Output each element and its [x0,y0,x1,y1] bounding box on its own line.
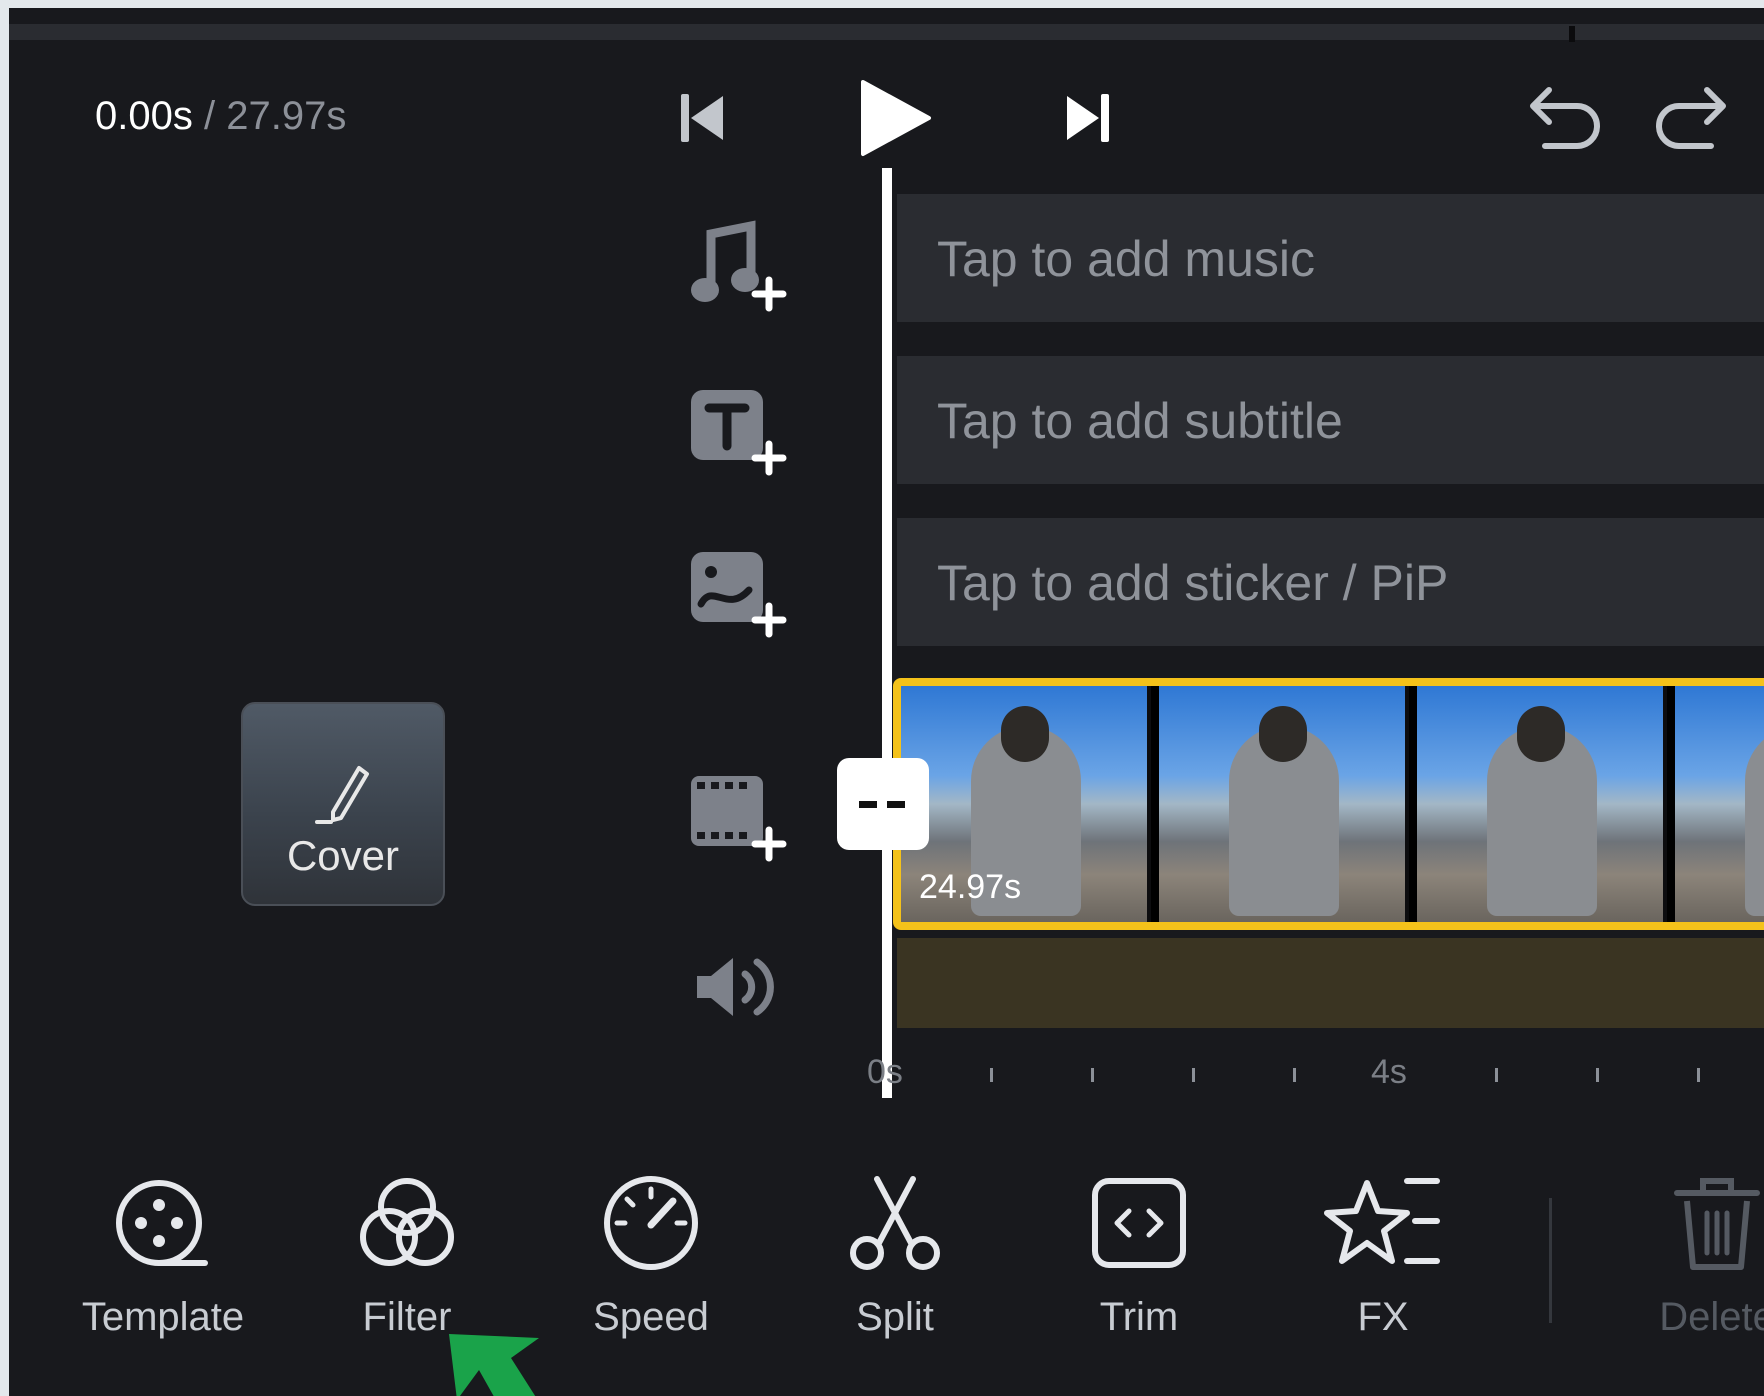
redo-icon[interactable] [1651,82,1731,156]
trim-label: Trim [1099,1295,1179,1339]
delete-icon [1674,1178,1760,1270]
clip-thumbnail [1675,686,1764,922]
playhead[interactable] [882,168,892,1098]
speed-button[interactable]: Speed [551,1173,751,1340]
clip-thumbnail [1417,686,1667,922]
template-button[interactable]: Template [63,1173,263,1340]
trim-button[interactable]: Trim [1039,1173,1239,1340]
transition-handle[interactable] [837,758,929,850]
fx-button[interactable]: FX [1283,1173,1483,1340]
cover-button[interactable]: Cover [241,702,445,906]
split-button[interactable]: Split [795,1173,995,1340]
undo-icon[interactable] [1525,82,1605,156]
audio-lane[interactable] [897,938,1764,1028]
music-track-label: Tap to add music [937,231,1315,287]
ruler-tick [1495,1068,1498,1082]
ruler-label: 4s [1371,1053,1407,1091]
ruler-label: 0s [867,1053,903,1091]
total-time: 27.97s [226,94,347,138]
time-separator: / [203,94,216,138]
subtitle-track-label: Tap to add subtitle [937,393,1343,449]
ruler-tick [1091,1068,1094,1082]
template-label: Template [81,1295,245,1339]
text-add-icon[interactable] [687,380,797,480]
template-icon [116,1180,208,1266]
skip-start-icon[interactable] [677,90,727,146]
sticker-add-icon[interactable] [687,542,797,642]
music-track[interactable]: Tap to add music [897,194,1764,322]
volume-icon[interactable] [693,952,783,1022]
ruler-tick [1293,1068,1296,1082]
ruler-tick [1192,1068,1195,1082]
top-progress-marker [1569,26,1575,42]
speed-label: Speed [593,1295,709,1339]
sticker-track[interactable]: Tap to add sticker / PiP [897,518,1764,646]
fx-label: FX [1357,1295,1409,1339]
clip-thumbnail [1159,686,1409,922]
current-time: 0.00s [95,94,193,138]
split-label: Split [856,1295,934,1339]
ruler-tick [1697,1068,1700,1082]
video-clip[interactable]: 24.97s [893,678,1764,930]
ruler-tick [990,1068,993,1082]
cover-label: Cover [286,832,400,879]
time-display: 0.00s / 27.97s [95,94,346,139]
clip-duration: 24.97s [919,868,1022,906]
editor-frame: 0.00s / 27.97s Tap to add music Tap to a… [9,8,1764,1396]
top-progress-line [9,24,1764,40]
fx-icon [1324,1178,1440,1264]
video-add-icon[interactable] [687,766,797,866]
split-icon [850,1176,940,1270]
filter-button[interactable]: Filter [307,1173,507,1340]
annotation-arrow-icon [449,1334,539,1396]
subtitle-track[interactable]: Tap to add subtitle [897,356,1764,484]
delete-label: Delete [1659,1295,1764,1339]
speed-icon [604,1176,698,1270]
toolbar-divider [1549,1198,1552,1323]
trim-icon [1092,1178,1186,1268]
ruler-tick [1596,1068,1599,1082]
sticker-track-label: Tap to add sticker / PiP [937,555,1449,611]
filter-icon [360,1178,454,1266]
delete-button[interactable]: Delete [1617,1173,1764,1340]
pencil-icon [315,766,369,824]
music-add-icon[interactable] [687,216,797,316]
play-icon[interactable] [857,78,933,158]
skip-end-icon[interactable] [1063,90,1113,146]
